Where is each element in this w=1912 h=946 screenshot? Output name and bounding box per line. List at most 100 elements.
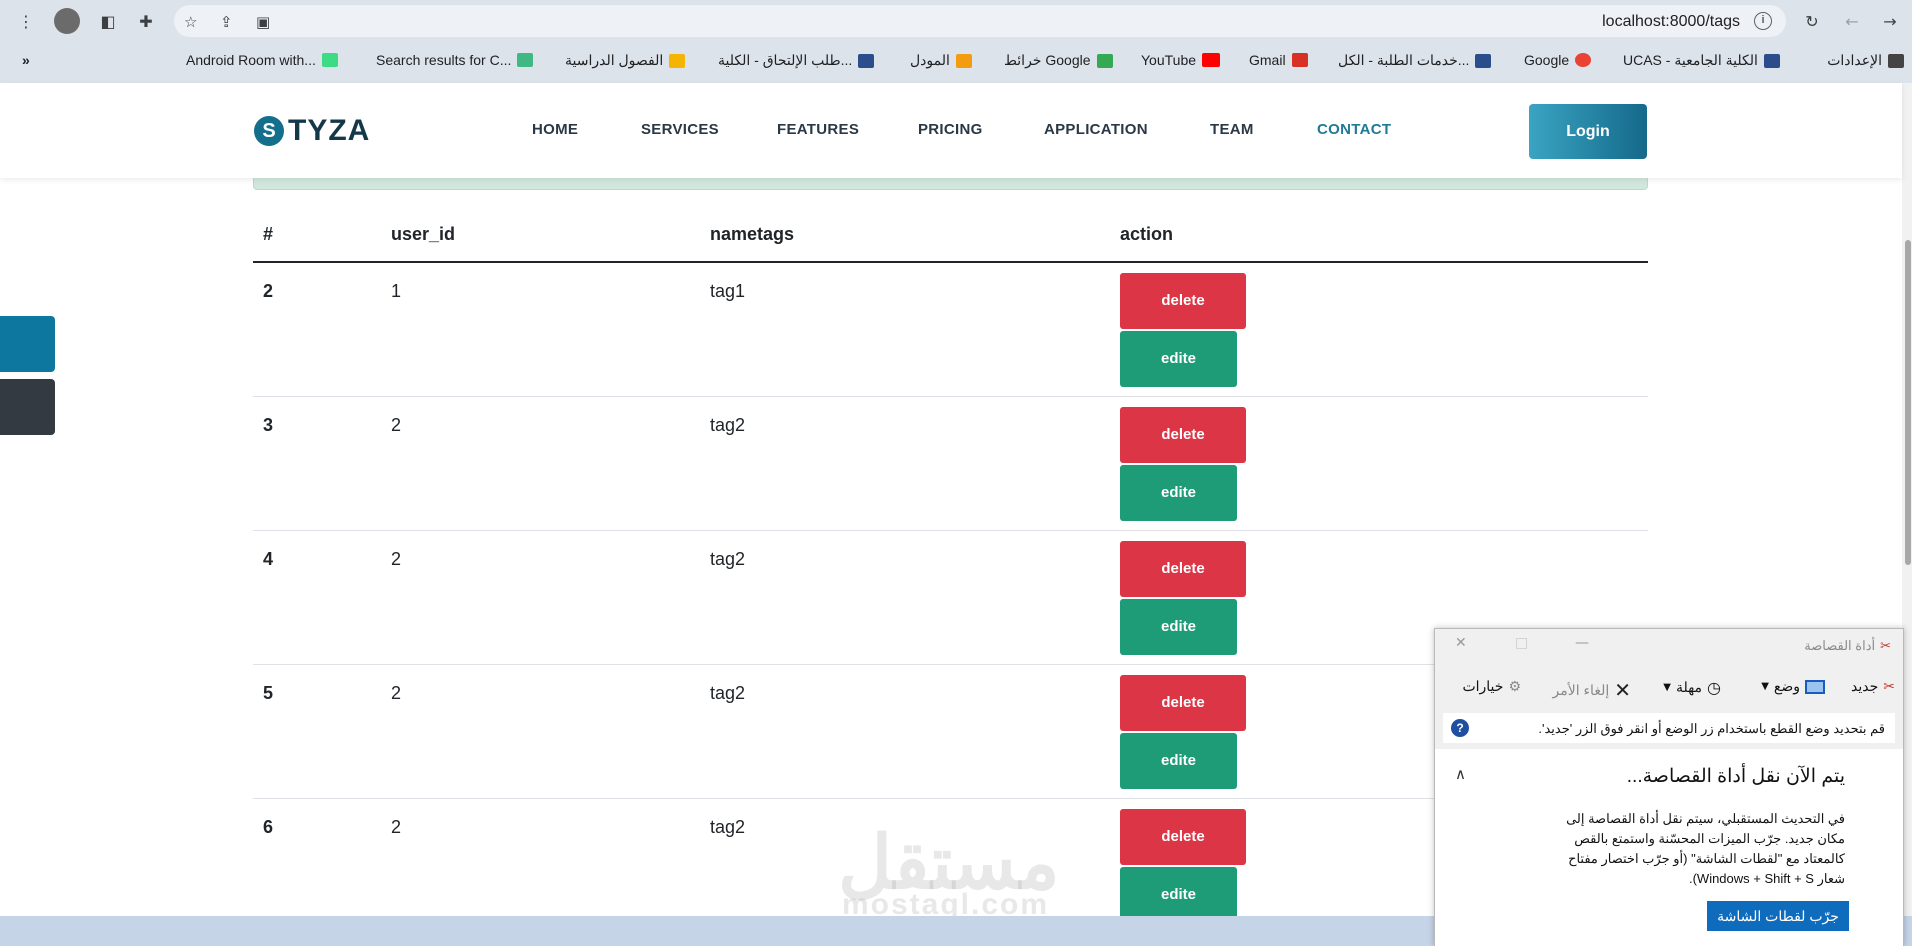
google-icon [1575,53,1592,67]
delete-button[interactable]: delete [1120,540,1246,597]
window-title: أداة القصاصة [1804,638,1876,653]
options-button[interactable]: ⚙ خيارات [1462,678,1521,695]
table-row: 2 1 tag1 delete edite [253,262,1648,397]
forward-icon[interactable]: ← [1840,9,1864,33]
classroom-icon [669,53,686,68]
nav-application[interactable]: APPLICATION [1044,121,1148,138]
edit-button[interactable]: edite [1120,598,1237,655]
address-url[interactable]: localhost:8000/tags [1602,13,1740,31]
cell-user-id: 2 [381,396,700,531]
edit-button[interactable]: edite [1120,464,1237,521]
dropdown-arrow-icon: ▼ [1761,681,1769,692]
nav-pricing[interactable]: PRICING [918,121,983,138]
mode-button[interactable]: وضع ▼ [1761,678,1825,695]
help-icon[interactable]: ? [1451,719,1469,737]
sidebar-toggle-icon[interactable]: ◧ [96,9,120,33]
maximize-icon[interactable]: □ [1515,635,1528,651]
delete-button[interactable]: delete [1120,808,1246,865]
cancel-button[interactable]: ✕ إلغاء الأمر [1552,678,1631,702]
rectangle-icon [1805,679,1825,694]
site-header: S TYZA HOME SERVICES FEATURES PRICING AP… [0,83,1902,178]
edit-button[interactable]: edite [1120,732,1237,789]
bookmark-item[interactable]: الفصول الدراسية [565,52,686,69]
bookmarks-overflow[interactable]: » [22,52,30,68]
bookmark-item[interactable]: UCAS - الكلية الجامعية [1623,52,1780,69]
try-screenshots-button[interactable]: جرّب لقطات الشاشة [1707,901,1849,931]
table-header-row: # user_id nametags action [253,208,1648,263]
address-bar[interactable]: ☆ ⇪ ▣ localhost:8000/tags i [174,5,1786,37]
settings-icon [1888,53,1904,68]
cast-icon[interactable]: ▣ [256,13,270,31]
notice-line: في التحديث المستقبلي، سيتم نقل أداة القص… [1566,811,1845,826]
cell-index: 3 [253,396,381,531]
snipping-tool-titlebar: ✂ أداة القصاصة [1804,638,1891,654]
scrollbar-thumb[interactable] [1905,240,1911,565]
logo-text: TYZA [288,114,371,147]
bookmarks-bar: » الإعدادات UCAS - الكلية الجامعية Googl… [0,44,1912,78]
nav-features[interactable]: FEATURES [777,121,859,138]
ucas-icon [1763,53,1780,68]
cell-actions: delete edite [1110,396,1648,531]
cell-user-id: 2 [381,798,700,933]
nav-team[interactable]: TEAM [1210,121,1254,138]
chevron-up-icon[interactable]: ∧ [1455,765,1466,783]
site-info-icon[interactable]: i [1754,12,1772,30]
snipping-tool-window: ✂ أداة القصاصة ✕ □ — ✂ جديد وضع ▼ ◷ مهلة… [1434,628,1904,946]
column-header-nametags: nametags [700,208,1110,263]
close-icon[interactable]: ✕ [1455,635,1467,651]
browser-menu-icon[interactable]: ⋮ [14,9,38,33]
bookmark-item[interactable]: Android Room with... [186,52,338,68]
cell-user-id: 2 [381,664,700,799]
side-floating-tab[interactable] [0,379,55,435]
side-floating-tab[interactable] [0,316,55,372]
logo-mark-icon: S [254,116,284,146]
login-button[interactable]: Login [1529,104,1647,159]
column-header-index: # [253,208,381,263]
youtube-icon [1202,53,1221,67]
bookmark-item[interactable]: Gmail [1249,52,1308,68]
bookmark-item[interactable]: المودل [910,52,972,69]
moodle-icon [955,53,972,68]
gmail-icon [1291,53,1308,67]
browser-chrome: ⋮ ◧ ✚ ☆ ⇪ ▣ localhost:8000/tags i ↻ ← → … [0,0,1912,83]
android-icon [321,53,338,67]
cell-nametag: tag1 [700,262,1110,397]
bookmark-item[interactable]: طلب الإلتحاق - الكلية... [718,52,875,69]
edit-button[interactable]: edite [1120,331,1237,387]
cell-index: 2 [253,262,381,397]
extensions-icon[interactable]: ✚ [134,9,158,33]
cell-user-id: 1 [381,262,700,397]
nav-home[interactable]: HOME [532,121,578,138]
cancel-x-icon: ✕ [1614,678,1631,702]
column-header-user-id: user_id [381,208,700,263]
bookmark-item[interactable]: خرائط Google [1004,52,1113,69]
profile-avatar[interactable] [54,8,80,34]
delete-button[interactable]: delete [1120,674,1246,731]
notice-line: شعار Windows + Shift + S). [1688,871,1845,886]
back-icon[interactable]: → [1878,9,1902,33]
screen: ⋮ ◧ ✚ ☆ ⇪ ▣ localhost:8000/tags i ↻ ← → … [0,0,1912,946]
share-icon[interactable]: ⇪ [220,13,233,31]
bookmark-item[interactable]: Google [1524,52,1592,68]
cell-nametag: tag2 [700,396,1110,531]
bookmark-item[interactable]: Search results for C... [376,52,534,68]
delete-button[interactable]: delete [1120,273,1246,329]
delay-button[interactable]: ◷ مهلة ▼ [1663,678,1721,697]
reload-icon[interactable]: ↻ [1800,9,1824,33]
nav-contact[interactable]: CONTACT [1317,121,1391,138]
bookmark-item[interactable]: الإعدادات [1827,52,1904,69]
bookmark-star-icon[interactable]: ☆ [184,13,197,31]
notice-line: كالمعتاد مع "لقطات الشاشة" (أو جرّب اختص… [1568,851,1845,866]
cell-user-id: 2 [381,530,700,665]
nav-services[interactable]: SERVICES [641,121,719,138]
site-logo[interactable]: S TYZA [254,114,370,148]
bookmark-item[interactable]: خدمات الطلبة - الكل... [1338,52,1492,69]
cell-index: 6 [253,798,381,933]
bookmark-item[interactable]: YouTube [1141,52,1221,68]
edit-button[interactable]: edite [1120,866,1237,923]
delete-button[interactable]: delete [1120,406,1246,463]
new-snip-button[interactable]: ✂ جديد [1851,678,1895,695]
snipping-toolbar: ✂ جديد وضع ▼ ◷ مهلة ▼ ✕ إلغاء الأمر ⚙ خي… [1435,667,1903,703]
minimize-icon[interactable]: — [1575,635,1589,651]
column-header-action: action [1110,208,1648,263]
